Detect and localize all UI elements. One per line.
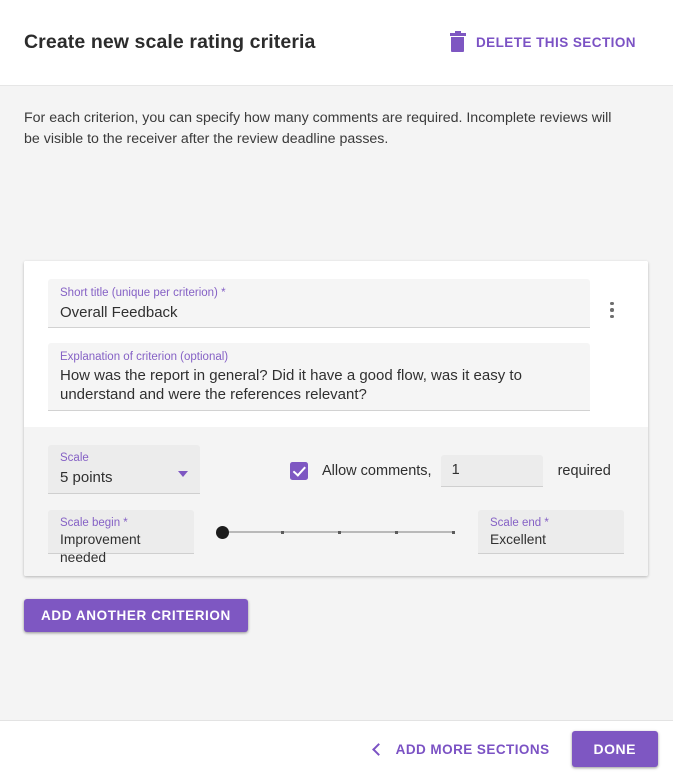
scale-preview-slider[interactable] [212,510,460,554]
comment-count-field[interactable]: 1 [440,454,543,487]
dialog-header: Create new scale rating criteria DELETE … [0,0,673,86]
slider-thumb[interactable] [216,525,229,539]
slider-tick [281,530,284,534]
criterion-options-menu-icon[interactable] [600,295,624,325]
scale-begin-label: Scale begin * [60,517,128,529]
criterion-card: Short title (unique per criterion) * Ove… [24,261,648,576]
required-label: required [557,462,611,479]
criterion-card-top: Short title (unique per criterion) * Ove… [24,261,648,427]
scale-begin-field[interactable]: Scale begin * Improvement needed [48,510,194,565]
scale-settings-row: Scale 5 points Allow comments, 1 require… [48,445,624,494]
delete-this-section-label: DELETE THIS SECTION [475,35,636,50]
criterion-card-bottom: Scale 5 points Allow comments, 1 require… [24,427,648,576]
add-more-sections-label: ADD MORE SECTIONS [395,741,550,757]
chevron-left-icon [371,742,385,756]
criterion-text-fields: Short title (unique per criterion) * Ove… [48,279,590,411]
intro-text: For each criterion, you can specify how … [24,110,612,147]
scale-end-field[interactable]: Scale end * Excellent [478,510,624,554]
scale-value: 5 points [60,469,113,486]
explanation-field[interactable]: Explanation of criterion (optional) How … [48,343,590,411]
slider-tick [338,530,341,534]
scale-end-input[interactable]: Excellent [490,530,612,549]
dialog-footer: ADD MORE SECTIONS DONE [0,720,673,777]
slider-tick [452,530,455,534]
chevron-down-icon [178,471,188,477]
short-title-input[interactable]: Overall Feedback [60,301,578,323]
short-title-field[interactable]: Short title (unique per criterion) * Ove… [48,279,590,328]
slider-tick [395,530,398,534]
page-title: Create new scale rating criteria [24,31,316,53]
scale-endpoints-row: Scale begin * Improvement needed Scale e… [48,510,624,565]
allow-comments-group: Allow comments, 1 required [290,454,611,487]
add-more-sections-button[interactable]: ADD MORE SECTIONS [368,736,554,763]
trash-icon [449,31,466,52]
allow-comments-checkbox[interactable] [290,461,308,480]
dialog-body: For each criterion, you can specify how … [0,86,673,720]
explanation-input[interactable]: How was the report in general? Did it ha… [60,365,578,404]
create-scale-rating-dialog: Create new scale rating criteria DELETE … [0,0,673,777]
scale-begin-input[interactable]: Improvement needed [60,530,182,567]
scale-end-label: Scale end * [490,517,549,529]
explanation-label: Explanation of criterion (optional) [60,351,229,363]
allow-comments-label: Allow comments, [322,462,432,479]
comment-count-input[interactable]: 1 [452,462,460,478]
add-another-criterion-button[interactable]: ADD ANOTHER CRITERION [24,599,248,632]
scale-select[interactable]: Scale 5 points [48,445,200,494]
delete-this-section-button[interactable]: DELETE THIS SECTION [449,31,649,52]
short-title-label: Short title (unique per criterion) * [60,287,226,299]
scale-label: Scale [60,452,89,464]
done-button[interactable]: DONE [571,731,658,767]
